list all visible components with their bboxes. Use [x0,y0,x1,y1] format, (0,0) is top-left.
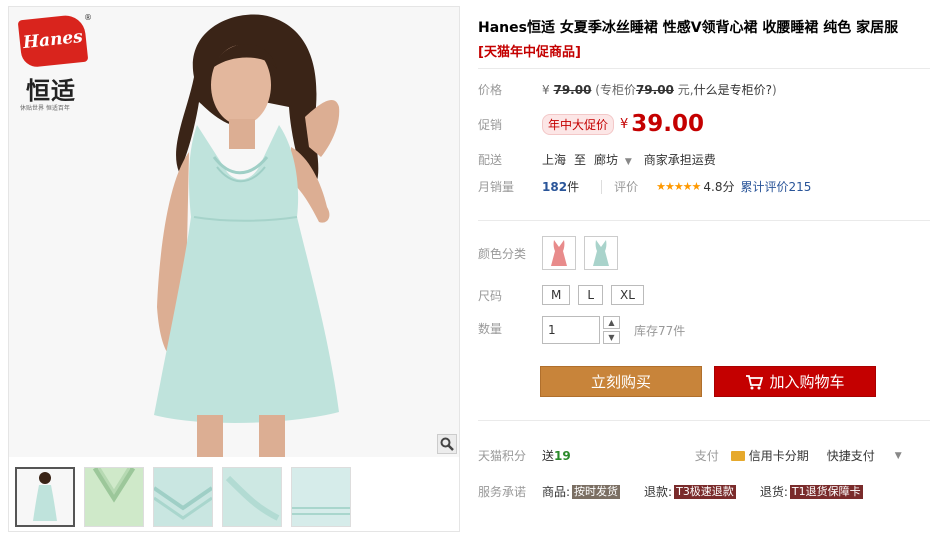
registered-mark: ® [84,13,92,22]
price-row: 价格 ¥ 79.00 (专柜价79.00 元,什么是专柜价?) [478,81,777,98]
credit-card-icon [730,450,745,461]
monthly-sales-label: 月销量 [478,180,515,194]
logo-tagline: 休贴世界 恒适百年 [20,105,70,112]
buy-now-button[interactable]: 立刻购买 [540,366,702,397]
shipping-label: 配送 [478,153,503,167]
counter-price-help-link[interactable]: 什么是专柜价? [694,83,772,97]
color-swatch-mint[interactable] [584,236,618,270]
goods-tag[interactable]: 按时发货 [572,484,621,499]
thumb-hem-image [292,468,350,526]
promo-row: 促销 年中大促价 ¥ 39.00 [478,111,704,137]
return-label: 退货: [759,485,788,499]
promo-yen-symbol: ¥ [620,116,629,132]
product-subtitle: [天猫年中促商品] [478,45,581,60]
product-gallery: Hanes ® 恒适 休贴世界 恒适百年 [8,6,460,532]
star-rating-icon: ★★★★★ [656,180,701,193]
quantity-row: 数量 ▲ ▼ 库存77件 [478,316,685,344]
cart-icon [746,374,764,389]
yen-symbol: ¥ [542,83,550,97]
promo-label: 促销 [478,117,503,132]
color-swatch-pink[interactable] [542,236,576,270]
review-total-link[interactable]: 累计评价215 [741,178,812,195]
payment-chevron-down-icon[interactable]: ▼ [895,451,902,461]
counter-price-prefix: (专柜价 [595,83,636,97]
points-label: 天猫积分 [478,449,527,463]
refund-label: 退款: [644,485,673,499]
service-row: 服务承诺 商品: 按时发货 退款: T3极速退款 退货: T1退货保障卡 [478,483,865,500]
monthly-sales-count: 182 [542,179,568,194]
thumbnail-1[interactable] [15,467,75,527]
divider [478,220,930,221]
quantity-stepper: ▲ ▼ [603,316,620,344]
shipping-note: 商家承担运费 [643,153,716,167]
counter-price-value: 79.00 [635,83,674,97]
size-option-xl[interactable]: XL [611,285,644,305]
installment-option[interactable]: 信用卡分期 [749,447,809,464]
size-row: 尺码 M L XL [478,285,652,305]
quantity-label: 数量 [478,322,503,336]
chevron-down-icon: ▼ [624,157,632,167]
logo-cn-text: 恒适 [26,77,76,105]
logo-flag: Hanes [17,13,89,69]
size-label: 尺码 [478,288,503,303]
rating-score: 4.8分 [703,180,735,194]
main-product-image[interactable]: Hanes ® 恒适 休贴世界 恒适百年 [9,7,459,457]
stock-text: 库存77件 [634,323,686,338]
thumbnail-5[interactable] [291,467,351,527]
thumb-fabric-image [223,468,281,526]
ship-to-word: 至 [574,153,587,167]
sales-row: 月销量 182 件 评价 ★★★★★ 4.8分 累计评价215 [478,178,811,195]
decrease-arrow-icon[interactable]: ▼ [603,331,620,344]
counter-price-close: ) [771,83,777,97]
quick-pay-option[interactable]: 快捷支付 [827,447,875,464]
mint-dress-icon [593,240,609,266]
magnifier-icon [440,437,454,451]
points-value: 19 [554,448,571,463]
brand-logo: Hanes ® 恒适 休贴世界 恒适百年 [16,13,92,112]
quantity-input[interactable] [542,316,600,344]
zoom-button[interactable] [437,434,457,454]
color-row: 颜色分类 [478,236,626,270]
monthly-sales-unit: 件 [567,180,580,194]
review-label: 评价 [614,180,639,194]
increase-arrow-icon[interactable]: ▲ [603,316,620,329]
price-label: 价格 [478,83,503,97]
promo-badge: 年中大促价 [542,113,615,135]
counter-price-suffix: 元, [677,83,694,97]
thumb-neckline-image [85,468,143,526]
size-option-l[interactable]: L [578,285,604,305]
goods-label: 商品: [542,485,571,499]
ship-destination: 廊坊 [594,153,619,167]
original-price: ¥ 79.00 (专柜价79.00 元,什么是专柜价?) [542,81,777,98]
thumbnail-4[interactable] [222,467,282,527]
thumbnail-strip [15,467,351,527]
shipping-row: 配送 上海 至 廊坊 ▼ 商家承担运费 [478,151,716,168]
service-label: 服务承诺 [478,485,527,499]
product-title: Hanes恒适 女夏季冰丝睡裙 性感V领背心裙 收腰睡裙 纯色 家居服 [478,20,899,36]
ship-from: 上海 [542,153,567,167]
divider [478,420,930,421]
promo-price: 39.00 [631,111,705,137]
add-to-cart-label: 加入购物车 [769,373,845,391]
ship-destination-select[interactable]: 廊坊 ▼ [594,151,632,168]
separator [601,179,603,194]
return-tag[interactable]: T1退货保障卡 [789,484,863,499]
thumb-pleat-image [154,468,212,526]
size-option-m[interactable]: M [542,285,571,305]
points-send: 送 [542,449,555,463]
refund-tag[interactable]: T3极速退款 [674,484,736,499]
divider [478,68,930,69]
points-row: 天猫积分 送 19 支付 信用卡分期 快捷支付 ▼ [478,447,930,464]
thumb-model-image [17,469,73,525]
add-to-cart-button[interactable]: 加入购物车 [714,366,876,397]
product-info-panel: Hanes恒适 女夏季冰丝睡裙 性感V领背心裙 收腰睡裙 纯色 家居服 [天猫年… [478,0,930,538]
original-price-value: 79.00 [553,83,592,97]
thumbnail-2[interactable] [84,467,144,527]
color-label: 颜色分类 [478,246,527,261]
pink-dress-icon [551,240,567,266]
thumbnail-3[interactable] [153,467,213,527]
pay-label: 支付 [694,449,719,463]
